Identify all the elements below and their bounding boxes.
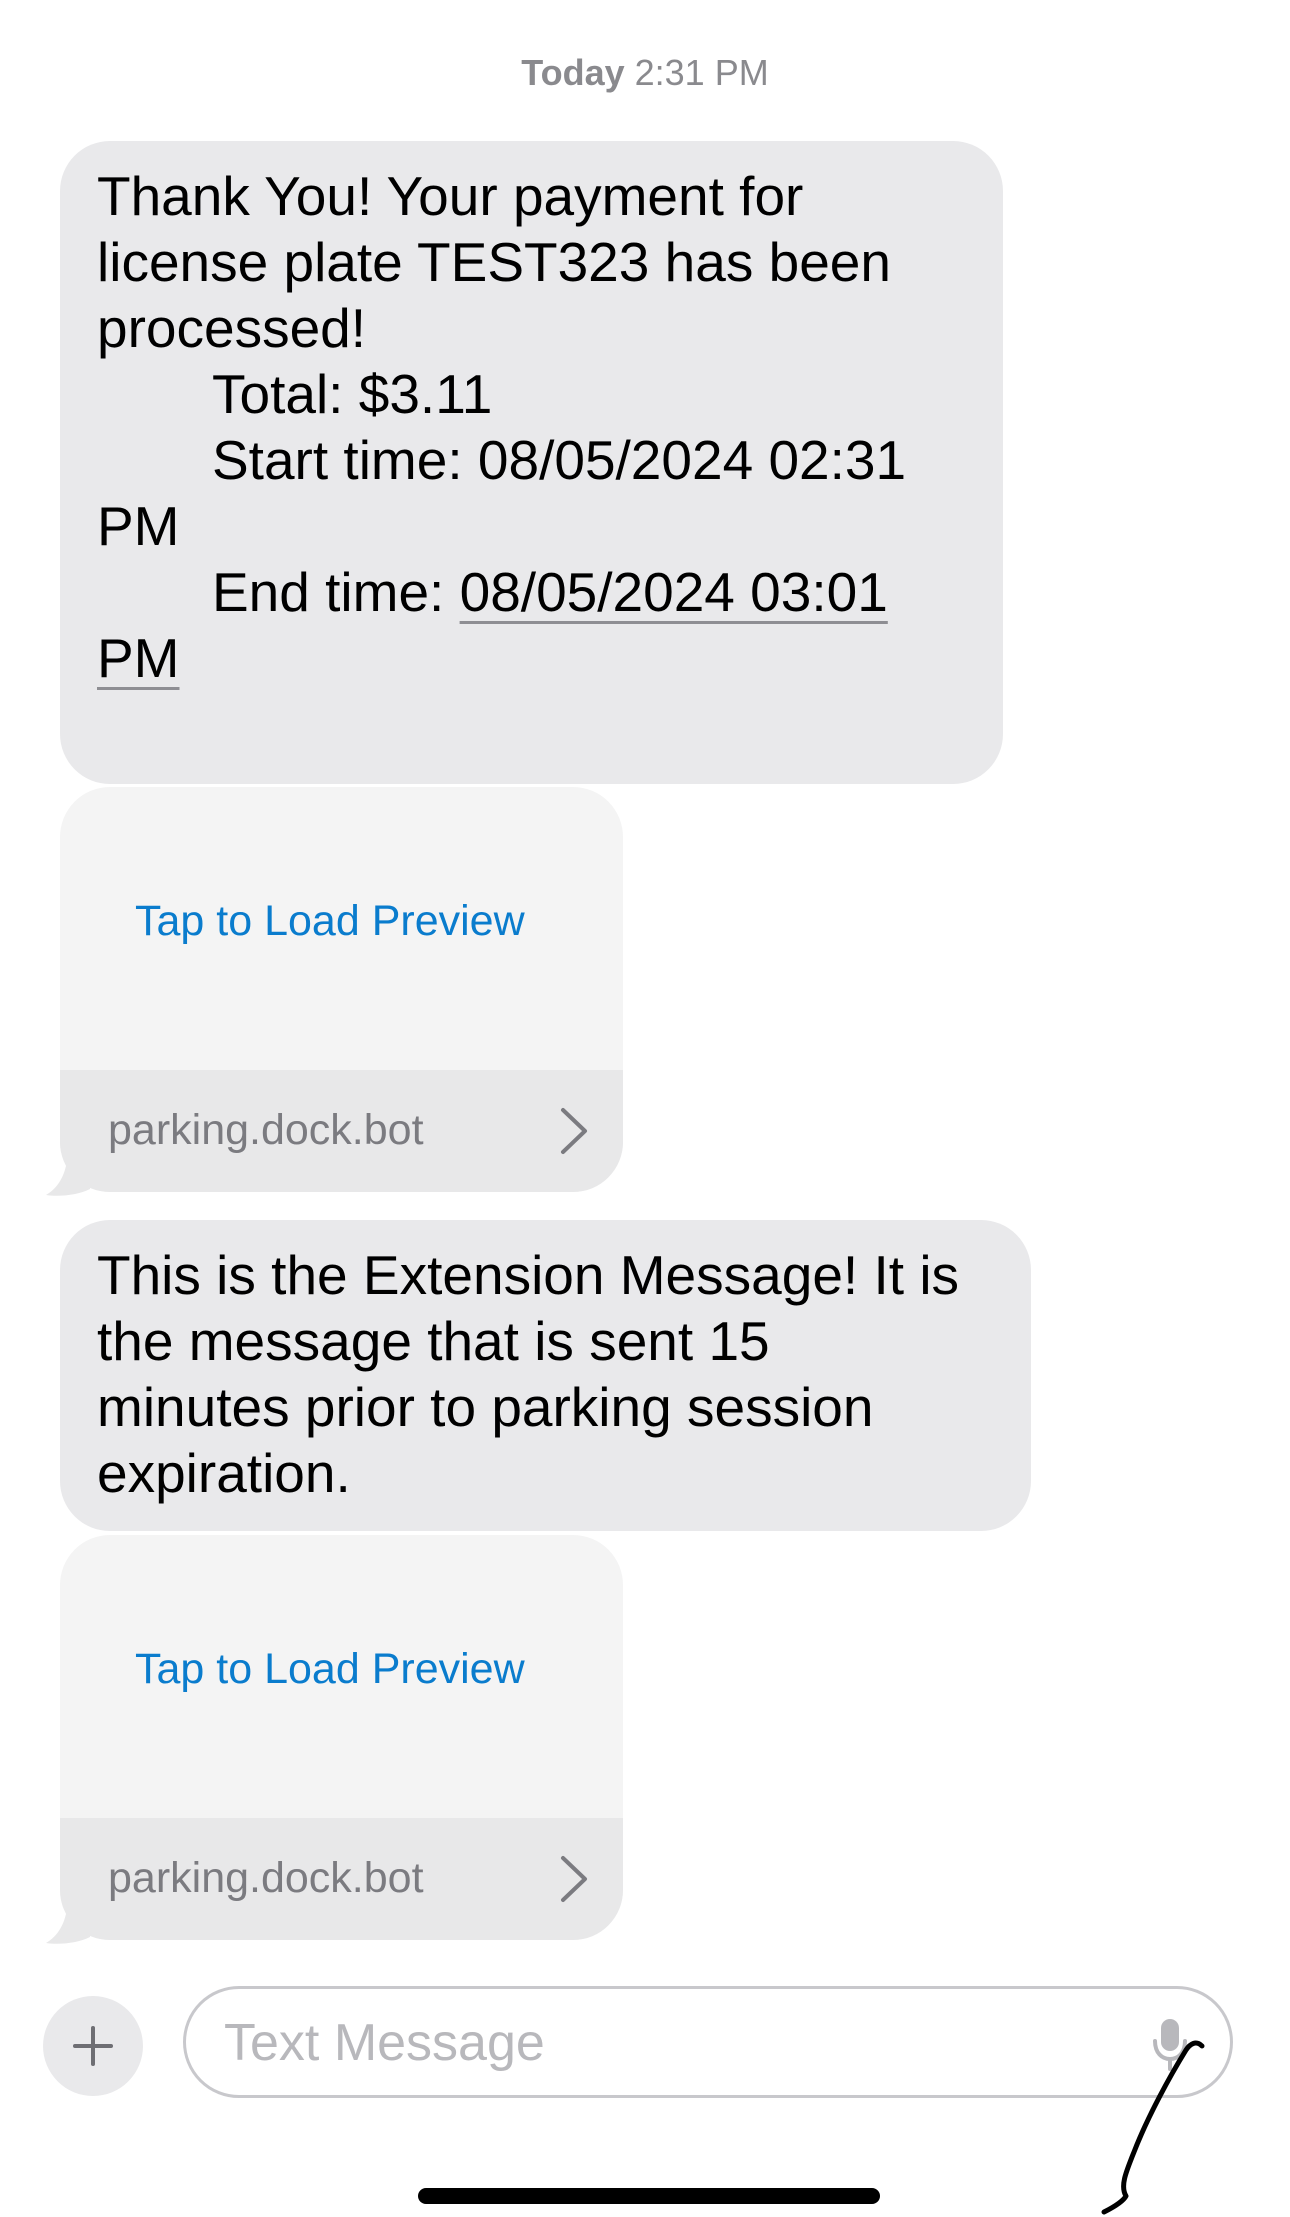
add-attachment-button[interactable]: [43, 1996, 143, 2096]
chevron-right-icon: [559, 1106, 589, 1161]
link-preview-domain: parking.dock.bot: [108, 1106, 424, 1154]
end-time-date-link[interactable]: 08/05/2024 03:01: [460, 561, 888, 623]
message-line-total: Total: $3.11: [212, 363, 493, 425]
text-message-placeholder: Text Message: [224, 2014, 545, 2072]
conversation-timestamp: Today 2:31 PM: [0, 52, 1290, 94]
bubble-tail: [46, 1147, 90, 1196]
message-line: Thank You! Your payment for: [97, 165, 804, 227]
chevron-right-icon: [559, 1854, 589, 1909]
end-time-label: End time:: [212, 561, 460, 623]
message-line: the message that is sent 15: [97, 1310, 770, 1372]
handwritten-scribble: [1101, 2040, 1205, 2215]
text-message-input[interactable]: Text Message: [183, 1986, 1233, 2098]
timestamp-day: Today: [521, 52, 625, 93]
tap-to-load-preview-link[interactable]: Tap to Load Preview: [135, 1645, 525, 1694]
link-preview-card[interactable]: Tap to Load Preview parking.dock.bot: [60, 1535, 623, 1940]
link-preview-footer[interactable]: parking.dock.bot: [60, 1818, 623, 1940]
home-indicator[interactable]: [418, 2188, 880, 2204]
message-line-end-time: End time: 08/05/2024 03:01: [97, 559, 967, 625]
message-line: license plate TEST323 has been: [97, 231, 891, 293]
message-line: This is the Extension Message! It is: [97, 1244, 960, 1306]
message-bubble-payment[interactable]: Thank You! Your payment for license plat…: [60, 141, 1003, 784]
link-preview-footer[interactable]: parking.dock.bot: [60, 1070, 623, 1192]
message-line: expiration.: [97, 1442, 351, 1504]
link-preview-card[interactable]: Tap to Load Preview parking.dock.bot: [60, 787, 623, 1192]
message-line-start-time: Start time: 08/05/2024 02:31: [212, 429, 907, 491]
tap-to-load-preview-link[interactable]: Tap to Load Preview: [135, 897, 525, 946]
message-bubble-extension[interactable]: This is the Extension Message! It is the…: [60, 1220, 1031, 1531]
message-line: PM: [97, 625, 967, 691]
bubble-tail: [46, 1895, 90, 1944]
timestamp-time: 2:31 PM: [634, 52, 769, 93]
message-line: processed!: [97, 297, 367, 359]
end-time-date-link-continued[interactable]: PM: [97, 627, 180, 689]
message-line: PM: [97, 495, 180, 557]
message-line: minutes prior to parking session: [97, 1376, 874, 1438]
plus-icon: [73, 2026, 113, 2066]
link-preview-domain: parking.dock.bot: [108, 1854, 424, 1902]
